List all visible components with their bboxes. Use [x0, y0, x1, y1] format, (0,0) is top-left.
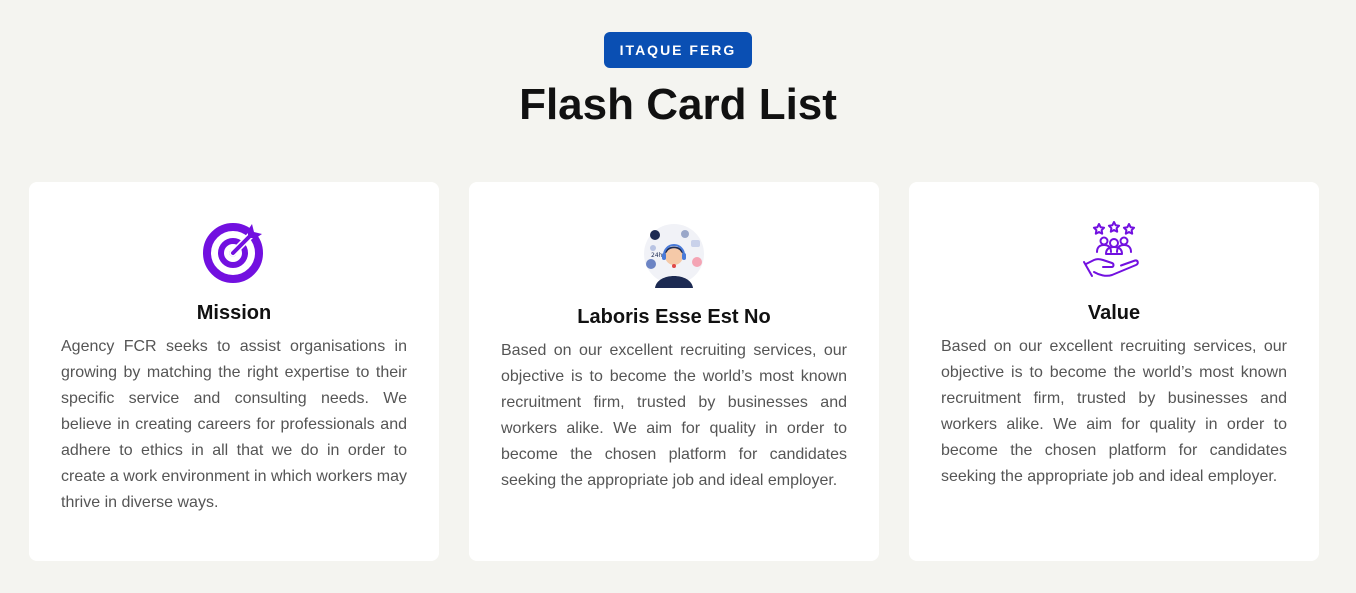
card-icon-wrapper: 24h	[501, 222, 847, 288]
card-description: Based on our excellent recruiting servic…	[501, 342, 847, 489]
card-icon-wrapper	[61, 220, 407, 284]
page-title: Flash Card List	[519, 80, 837, 129]
flash-card-mission: Mission Agency FCR seeks to assist organ…	[29, 182, 439, 561]
card-description: Based on our excellent recruiting servic…	[941, 338, 1287, 485]
card-title: Mission	[196, 302, 272, 324]
card-icon-wrapper	[941, 220, 1287, 284]
section-badge: ITAQUE FERG	[603, 32, 753, 68]
svg-text:24h: 24h	[651, 252, 663, 259]
support-agent-icon: 24h	[644, 224, 704, 288]
flash-card-laboris: 24h Laboris Esse Est No Based on our exc…	[469, 182, 879, 561]
card-description: Agency FCR seeks to assist organisations…	[61, 338, 407, 511]
card-title: Value	[1087, 302, 1141, 324]
flash-card-value: Value Based on our excellent recruiting …	[909, 182, 1319, 561]
card-title: Laboris Esse Est No	[577, 306, 771, 328]
hand-people-stars-icon	[1083, 221, 1139, 277]
target-icon	[203, 223, 263, 283]
section-header: ITAQUE FERG Flash Card List	[0, 32, 1356, 132]
